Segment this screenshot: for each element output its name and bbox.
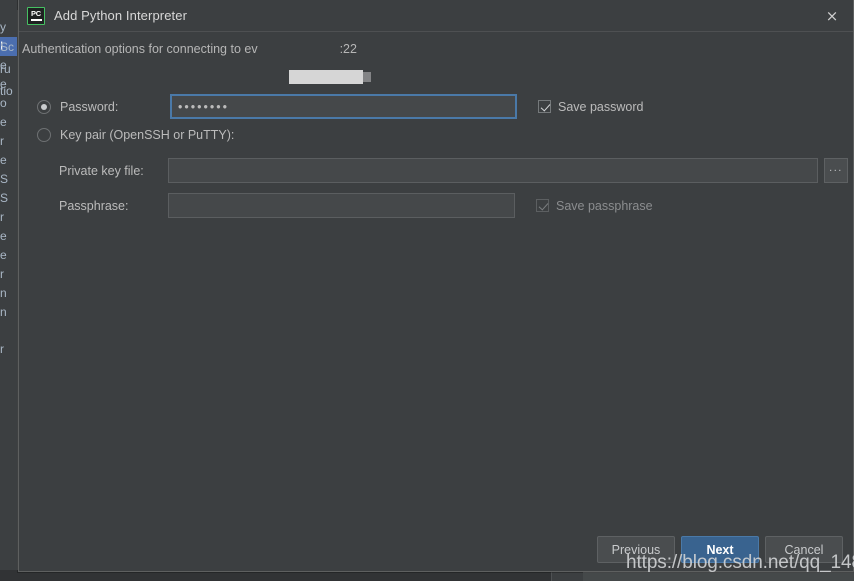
dialog-footer: Previous Next Cancel <box>597 536 843 563</box>
cancel-button[interactable]: Cancel <box>765 536 843 563</box>
private-key-file-label: Private key file: <box>59 163 144 178</box>
radio-keypair[interactable] <box>37 128 51 142</box>
passphrase-input[interactable] <box>168 193 515 218</box>
previous-button[interactable]: Previous <box>597 536 675 563</box>
passphrase-row: Passphrase: Save passphrase <box>59 193 653 218</box>
add-python-interpreter-dialog: PC Add Python Interpreter × Authenticati… <box>18 0 854 572</box>
screen: yIeeoereSSreernnr Sc ru tio PC Add Python … <box>0 0 854 581</box>
pycharm-icon-text: PC <box>30 9 42 19</box>
background-tree-item[interactable]: e <box>0 246 17 265</box>
background-text-fragment: tio <box>0 84 13 98</box>
save-passphrase-checkbox[interactable]: Save passphrase <box>536 199 653 213</box>
background-tree-item[interactable]: S <box>0 189 17 208</box>
save-passphrase-checkbox-box <box>536 199 549 212</box>
redaction-overlay <box>289 70 363 84</box>
keypair-label: Key pair (OpenSSH or PuTTY): <box>60 128 235 142</box>
background-tree-item[interactable]: r <box>0 208 17 227</box>
background-tree-item[interactable]: r <box>0 132 17 151</box>
close-icon[interactable]: × <box>821 6 843 26</box>
dialog-titlebar: PC Add Python Interpreter × <box>19 0 853 32</box>
passphrase-label: Passphrase: <box>59 198 129 213</box>
dialog-body: Authentication options for connecting to… <box>19 32 853 571</box>
save-password-checkbox-box <box>538 100 551 113</box>
next-button[interactable]: Next <box>681 536 759 563</box>
dialog-subtitle: Authentication options for connecting to… <box>22 42 357 56</box>
background-tree-item[interactable]: n <box>0 303 17 322</box>
background-tree-item[interactable]: y <box>0 18 17 37</box>
background-bottom-inner-panel <box>583 572 854 581</box>
background-tree-item[interactable]: e <box>0 227 17 246</box>
dialog-subtitle-prefix: Authentication options for connecting to… <box>22 42 258 56</box>
save-password-label: Save password <box>558 99 644 114</box>
radio-password[interactable] <box>37 99 51 114</box>
background-tree-item[interactable]: e <box>0 113 17 132</box>
background-text-fragment: ru <box>0 62 11 76</box>
redaction-overlay-secondary <box>363 72 371 82</box>
password-input[interactable] <box>170 94 517 119</box>
background-tree-item[interactable]: S <box>0 170 17 189</box>
save-passphrase-label: Save passphrase <box>556 198 653 213</box>
save-password-checkbox[interactable]: Save password <box>538 100 643 114</box>
keypair-auth-row: Key pair (OpenSSH or PuTTY): <box>37 128 234 142</box>
dialog-title: Add Python Interpreter <box>54 8 187 23</box>
background-tree-item[interactable]: e <box>0 151 17 170</box>
browse-private-key-button[interactable]: ... <box>824 158 848 183</box>
password-label: Password: <box>60 99 119 114</box>
password-auth-row: Password: Save password <box>37 94 643 119</box>
private-key-file-row: Private key file: ... <box>59 158 848 183</box>
background-text-fragment: Sc <box>0 40 15 54</box>
background-tree-item[interactable]: n <box>0 284 17 303</box>
background-tree-item[interactable]: r <box>0 265 17 284</box>
background-tree-item[interactable]: r <box>0 340 17 359</box>
pycharm-icon-underline <box>30 19 42 21</box>
private-key-file-input[interactable] <box>168 158 818 183</box>
pycharm-icon: PC <box>27 6 45 25</box>
dialog-subtitle-port: :22 <box>339 42 357 56</box>
